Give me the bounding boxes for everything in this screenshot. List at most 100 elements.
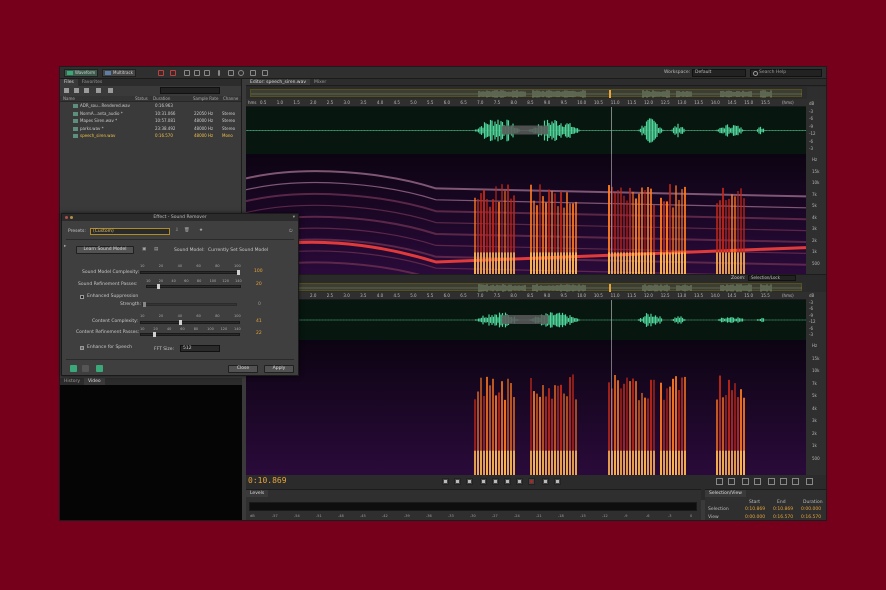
tab-video[interactable]: Video — [84, 378, 105, 385]
sound-refinement-slider[interactable] — [146, 284, 241, 289]
content-refinement-slider[interactable] — [140, 332, 240, 337]
files-search-input[interactable] — [160, 87, 220, 94]
favorite-icon[interactable]: ★ — [199, 228, 203, 233]
tab-editor[interactable]: Editor: speech_siren.wav — [246, 79, 310, 85]
view-start[interactable]: 0:00.000 — [745, 515, 765, 520]
rewind-button[interactable] — [492, 478, 499, 485]
close-window-icon[interactable] — [65, 216, 68, 219]
slider-thumb[interactable] — [157, 284, 160, 289]
slider-thumb[interactable] — [143, 302, 146, 307]
time-selection-tool-icon[interactable] — [218, 70, 220, 76]
brush-tool-icon[interactable] — [250, 70, 256, 76]
tab-selection-view[interactable]: Selection/View — [705, 490, 746, 497]
move-tool-icon[interactable] — [184, 70, 190, 76]
slider-thumb[interactable] — [179, 320, 182, 325]
zoom-out-time-icon[interactable] — [754, 478, 761, 485]
fft-size-select[interactable]: 512 — [180, 345, 220, 352]
sound-refinement-value[interactable]: 20 — [256, 282, 262, 287]
expand-icon[interactable]: ▸ — [64, 244, 66, 249]
marquee-tool-icon[interactable] — [228, 70, 234, 76]
presets-select[interactable]: (Custom) — [90, 228, 170, 235]
time-ruler-2[interactable]: nered2.02.53.03.54.04.55.05.56.06.57.07.… — [246, 292, 806, 300]
slider-thumb[interactable] — [237, 270, 240, 275]
minimize-window-icon[interactable] — [70, 216, 73, 219]
slip-tool-icon[interactable] — [204, 70, 210, 76]
zoom-out-full-icon[interactable] — [768, 478, 775, 485]
tab-favorites[interactable]: Favorites — [78, 79, 106, 86]
view-end[interactable]: 0:16.570 — [773, 515, 793, 520]
skip-button[interactable] — [554, 478, 561, 485]
file-row[interactable]: ADR_sou...Rendered.wav 0:16.963 — [60, 102, 241, 110]
overview-bar-2[interactable] — [246, 282, 806, 292]
open-model-icon[interactable]: ▣ — [142, 247, 146, 252]
save-model-icon[interactable]: ▤ — [154, 247, 158, 252]
go-to-end-button[interactable] — [516, 478, 523, 485]
content-refinement-value[interactable]: 22 — [256, 331, 262, 336]
tab-history[interactable]: History — [60, 378, 84, 385]
time-ruler[interactable]: hms 0.5 1.0 1.5 2.0 2.5 3.0 3.5 4.0 4.5 5.0 5.5 6.0 6… — [246, 99, 806, 107]
lasso-tool-icon[interactable] — [238, 70, 244, 76]
spectral-display[interactable] — [246, 154, 806, 274]
search-help-input[interactable]: Search Help — [750, 69, 822, 77]
zoom-out-point-icon[interactable] — [792, 478, 799, 485]
waveform-display-2[interactable] — [246, 300, 806, 340]
zoom-select[interactable]: Selection/Lock — [748, 275, 796, 281]
play-button[interactable] — [454, 478, 461, 485]
pitch-icon[interactable] — [170, 70, 176, 76]
power-icon[interactable]: ⏻ — [289, 228, 293, 234]
hud-overlay[interactable] — [502, 125, 548, 135]
content-complexity-value[interactable]: 41 — [256, 319, 262, 324]
learn-sound-model-button[interactable]: Learn Sound Model — [76, 246, 134, 254]
pause-button[interactable] — [466, 478, 473, 485]
zoom-in-point-icon[interactable] — [780, 478, 787, 485]
strength-slider[interactable] — [142, 302, 237, 307]
selection-start[interactable]: 0:10.869 — [745, 507, 765, 512]
fast-forward-button[interactable] — [504, 478, 511, 485]
sound-model-complexity-value[interactable]: 100 — [254, 269, 263, 274]
overview-bar[interactable] — [246, 87, 806, 99]
hud-overlay[interactable] — [502, 315, 548, 324]
zoom-selection-icon[interactable] — [806, 478, 813, 485]
new-file-icon[interactable] — [84, 88, 89, 93]
workspace-select[interactable]: Default — [692, 69, 746, 77]
loop-preview-icon[interactable] — [96, 365, 103, 372]
enhanced-suppression-checkbox[interactable] — [80, 295, 84, 299]
zoom-in-amplitude-icon[interactable] — [716, 478, 723, 485]
file-row[interactable]: parks.wav * 23:38.492 48000 Hz Stereo — [60, 125, 241, 133]
slider-thumb[interactable] — [153, 332, 156, 337]
healing-tool-icon[interactable] — [262, 70, 268, 76]
save-preset-icon[interactable]: ⇩ — [175, 228, 179, 233]
file-row[interactable]: NormA...anta_audio * 10:31.066 22050 Hz Ste… — [60, 110, 241, 118]
strength-value[interactable]: 0 — [258, 302, 261, 307]
insert-icon[interactable] — [96, 88, 101, 93]
record-button[interactable] — [528, 478, 535, 485]
selection-duration[interactable]: 0:00.000 — [801, 507, 821, 512]
preview-power-icon[interactable] — [70, 365, 77, 372]
spectral-icon[interactable] — [158, 70, 164, 76]
apply-button[interactable]: Apply — [264, 365, 294, 373]
multitrack-button[interactable]: Multitrack — [102, 69, 136, 77]
open-file-icon[interactable] — [64, 88, 69, 93]
import-icon[interactable] — [74, 88, 79, 93]
zoom-in-time-icon[interactable] — [742, 478, 749, 485]
file-row[interactable]: speech_siren.wav 0:16.570 48000 Hz Mono — [60, 132, 241, 140]
go-to-start-button[interactable] — [480, 478, 487, 485]
waveform-display[interactable] — [246, 107, 806, 154]
tab-files[interactable]: Files — [60, 79, 78, 86]
content-complexity-slider[interactable] — [140, 320, 240, 325]
close-button[interactable]: Close — [228, 365, 258, 373]
waveform-button[interactable]: Waveform — [64, 69, 99, 77]
tab-levels[interactable]: Levels — [246, 490, 269, 497]
stop-button[interactable] — [442, 478, 449, 485]
view-duration[interactable]: 0:16.570 — [801, 515, 821, 520]
razor-tool-icon[interactable] — [194, 70, 200, 76]
delete-icon[interactable] — [108, 88, 113, 93]
tab-mixer[interactable]: Mixer — [310, 79, 330, 85]
preview-play-icon[interactable] — [82, 365, 89, 372]
sound-model-complexity-slider[interactable] — [140, 270, 240, 275]
enhance-for-speech-checkbox[interactable] — [80, 346, 84, 350]
selection-end[interactable]: 0:10.869 — [773, 507, 793, 512]
delete-preset-icon[interactable]: 🗑 — [184, 228, 190, 233]
collapse-icon[interactable]: ▾ — [293, 214, 295, 221]
zoom-out-amplitude-icon[interactable] — [728, 478, 735, 485]
